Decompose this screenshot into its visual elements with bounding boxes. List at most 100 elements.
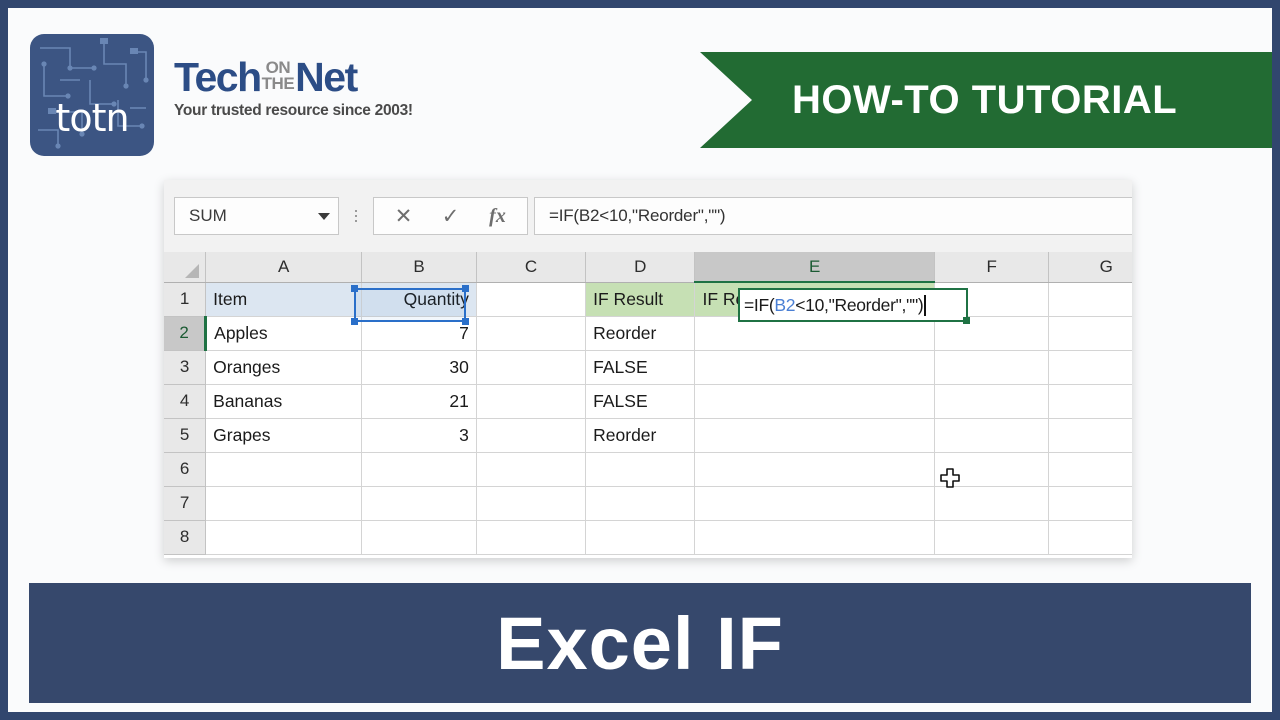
ribbon-label: HOW-TO TUTORIAL — [792, 77, 1178, 122]
row-header-5[interactable]: 5 — [164, 418, 207, 453]
how-to-tutorial-ribbon: HOW-TO TUTORIAL — [700, 52, 1272, 148]
row-header-3[interactable]: 3 — [164, 350, 207, 385]
cell-d7[interactable] — [585, 486, 696, 521]
column-header-a[interactable]: A — [205, 252, 363, 283]
cell-b4[interactable]: 21 — [361, 384, 477, 419]
brand-name-the: THE — [261, 74, 295, 93]
insert-function-icon[interactable]: fx — [474, 198, 521, 234]
cell-g5[interactable] — [1048, 418, 1132, 453]
cell-d5[interactable]: Reorder — [585, 418, 696, 453]
cell-b7[interactable] — [361, 486, 477, 521]
table-row: 5 Grapes 3 Reorder — [164, 418, 1132, 453]
table-row: 2 Apples 7 Reorder — [164, 316, 1132, 351]
cell-c5[interactable] — [476, 418, 587, 453]
cell-d8[interactable] — [585, 520, 696, 555]
cell-d3[interactable]: FALSE — [585, 350, 696, 385]
cell-g1[interactable] — [1048, 282, 1132, 317]
row-header-8[interactable]: 8 — [164, 520, 207, 555]
name-box-value: SUM — [189, 206, 227, 225]
table-row: 6 — [164, 452, 1132, 487]
row-header-6[interactable]: 6 — [164, 452, 207, 487]
cell-b8[interactable] — [361, 520, 477, 555]
cell-b1[interactable]: Quantity — [361, 282, 477, 317]
formula-action-buttons: ✕ ✓ fx — [373, 197, 528, 235]
cell-c8[interactable] — [476, 520, 587, 555]
row-header-7[interactable]: 7 — [164, 486, 207, 521]
totn-logo-mark: totn — [30, 34, 154, 156]
triangle-icon — [185, 263, 200, 278]
cell-c1[interactable] — [476, 282, 587, 317]
cell-g3[interactable] — [1048, 350, 1132, 385]
column-header-e[interactable]: E — [694, 252, 935, 283]
cell-b3[interactable]: 30 — [361, 350, 477, 385]
cell-d4[interactable]: FALSE — [585, 384, 696, 419]
name-box[interactable]: SUM — [174, 197, 339, 235]
column-header-f[interactable]: F — [934, 252, 1050, 283]
cell-a4[interactable]: Bananas — [205, 384, 363, 419]
cell-e8[interactable] — [694, 520, 935, 555]
cell-e6[interactable] — [694, 452, 935, 487]
cell-c7[interactable] — [476, 486, 587, 521]
formula-cell-reference: B2 — [774, 294, 796, 315]
cell-d2[interactable]: Reorder — [585, 316, 696, 351]
cell-g2[interactable] — [1048, 316, 1132, 351]
cell-a2[interactable]: Apples — [205, 316, 363, 351]
totn-wordmark: totn — [55, 96, 129, 140]
cell-c3[interactable] — [476, 350, 587, 385]
cell-c6[interactable] — [476, 452, 587, 487]
cell-e3[interactable] — [694, 350, 935, 385]
cell-a6[interactable] — [205, 452, 363, 487]
cell-b2[interactable]: 7 — [361, 316, 477, 351]
cell-f4[interactable] — [934, 384, 1050, 419]
excel-spreadsheet-window: SUM ✕ ✓ fx =IF(B2<10,"Reorder","") A B C… — [164, 180, 1132, 558]
cell-a3[interactable]: Oranges — [205, 350, 363, 385]
cell-g4[interactable] — [1048, 384, 1132, 419]
formula-suffix: <10,"Reorder","") — [795, 294, 924, 315]
column-header-c[interactable]: C — [476, 252, 587, 283]
cell-a8[interactable] — [205, 520, 363, 555]
cell-g8[interactable] — [1048, 520, 1132, 555]
cancel-icon[interactable]: ✕ — [380, 198, 427, 234]
totn-logo-text: Tech ON THE Net Your trusted resource since… — [174, 54, 444, 120]
brand-tagline: Your trusted resource since 2003! — [174, 102, 413, 119]
check-icon[interactable]: ✓ — [427, 198, 474, 234]
cell-d6[interactable] — [585, 452, 696, 487]
cell-g7[interactable] — [1048, 486, 1132, 521]
cell-f5[interactable] — [934, 418, 1050, 453]
cell-f7[interactable] — [934, 486, 1050, 521]
cell-c2[interactable] — [476, 316, 587, 351]
cell-e5[interactable] — [694, 418, 935, 453]
text-caret — [924, 294, 926, 316]
cell-f6[interactable] — [934, 452, 1050, 487]
cell-g6[interactable] — [1048, 452, 1132, 487]
cell-c4[interactable] — [476, 384, 587, 419]
column-header-b[interactable]: B — [361, 252, 477, 283]
cell-b5[interactable]: 3 — [361, 418, 477, 453]
cell-b6[interactable] — [361, 452, 477, 487]
cell-a7[interactable] — [205, 486, 363, 521]
row-header-4[interactable]: 4 — [164, 384, 207, 419]
page-canvas: totn Tech ON THE Net Your trusted resource … — [8, 8, 1272, 712]
vertical-dots-icon — [343, 202, 369, 230]
cell-d1[interactable]: IF Result — [585, 282, 696, 317]
fill-handle[interactable] — [963, 317, 970, 324]
row-header-2[interactable]: 2 — [164, 316, 208, 351]
table-row: 1 Item Quantity IF Result IF Result (wit… — [164, 282, 1132, 317]
table-row: 3 Oranges 30 FALSE — [164, 350, 1132, 385]
spreadsheet-grid: A B C D E F G 1 Item Quantity IF Result … — [164, 252, 1132, 558]
formula-input[interactable]: =IF(B2<10,"Reorder","") — [534, 197, 1132, 235]
active-cell-editor-e2[interactable]: =IF(B2 <10,"Reorder","") — [738, 288, 970, 324]
brand-name-tech: Tech — [174, 54, 262, 100]
column-header-d[interactable]: D — [585, 252, 696, 283]
select-all-corner[interactable] — [164, 252, 207, 283]
chevron-down-icon[interactable] — [318, 212, 330, 220]
cell-f3[interactable] — [934, 350, 1050, 385]
cell-e7[interactable] — [694, 486, 935, 521]
row-header-1[interactable]: 1 — [164, 282, 207, 317]
formula-prefix: =IF( — [744, 294, 775, 315]
cell-f8[interactable] — [934, 520, 1050, 555]
cell-a5[interactable]: Grapes — [205, 418, 363, 453]
cell-e4[interactable] — [694, 384, 935, 419]
column-header-g[interactable]: G — [1048, 252, 1132, 283]
cell-a1[interactable]: Item — [205, 282, 363, 317]
